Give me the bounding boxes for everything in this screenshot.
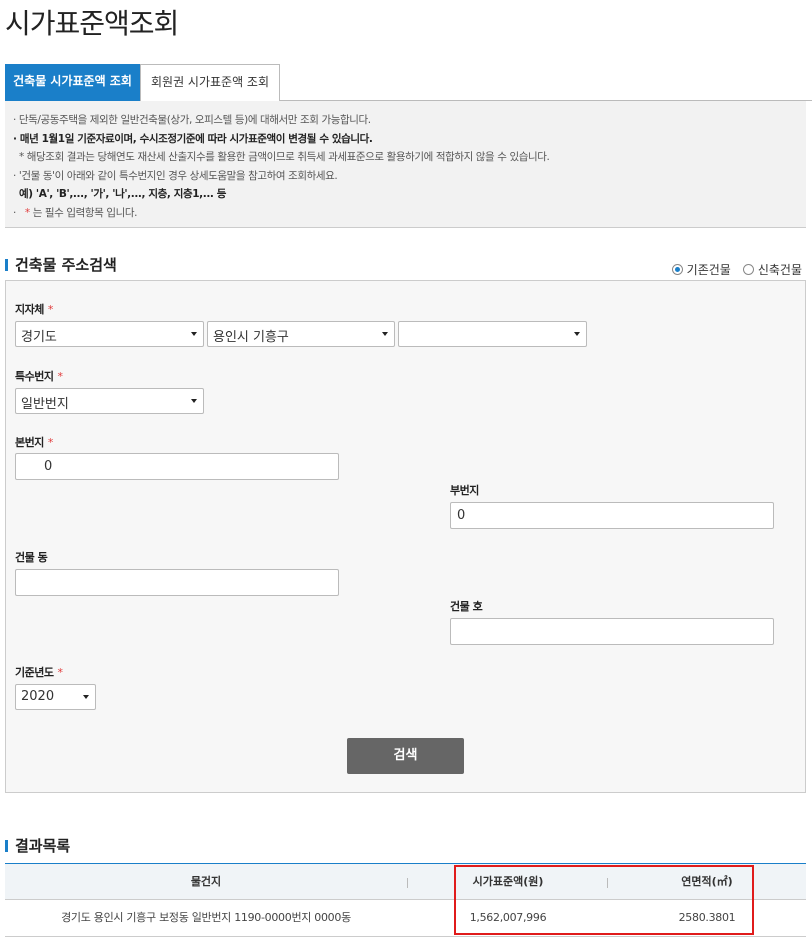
cell-floor-area: 2580.3801 bbox=[678, 911, 736, 924]
select-value: 용인시 기흥구 bbox=[213, 330, 289, 345]
local-gov-label: 지자체 * bbox=[15, 301, 53, 317]
building-dong-input[interactable] bbox=[15, 569, 339, 596]
label-text: 기준년도 bbox=[15, 666, 54, 679]
tab-bar: 건축물 시가표준액 조회 회원권 시가표준액 조회 bbox=[5, 64, 812, 101]
address-search-title: 건축물 주소검색 bbox=[5, 254, 117, 275]
results-title: 결과목록 bbox=[5, 835, 70, 856]
district-select[interactable] bbox=[398, 321, 587, 347]
select-value: 2020 bbox=[21, 689, 55, 704]
column-header-standard-price: 시가표준액(원) bbox=[472, 875, 544, 888]
radio-existing-building[interactable]: 기존건물 bbox=[671, 261, 731, 278]
page-title: 시가표준액조회 bbox=[5, 7, 179, 40]
column-header-address: 물건지 bbox=[190, 875, 222, 888]
chevron-down-icon bbox=[382, 332, 388, 336]
sub-lot-label: 부번지 bbox=[450, 484, 479, 497]
label-text: 특수번지 bbox=[15, 370, 54, 383]
notice-box: · 단독/공동주택을 제외한 일반건축물(상가, 오피스텔 등)에 대해서만 조… bbox=[5, 101, 806, 228]
chevron-down-icon bbox=[574, 332, 580, 336]
required-star-icon: * bbox=[47, 303, 54, 316]
notice-line: · 매년 1월1일 기준자료이며, 수시조정기준에 따라 시가표준액이 변경될 … bbox=[13, 132, 373, 145]
special-lot-label: 특수번지 * bbox=[15, 368, 63, 384]
city-select[interactable]: 용인시 기흥구 bbox=[207, 321, 395, 347]
required-star-icon: * bbox=[57, 370, 63, 383]
building-ho-label: 건물 호 bbox=[450, 600, 483, 613]
notice-line: · 단독/공동주택을 제외한 일반건축물(상가, 오피스텔 등)에 대해서만 조… bbox=[13, 114, 371, 126]
building-type-radio-group: 기존건물 신축건물 bbox=[671, 261, 802, 278]
table-row[interactable]: 경기도 용인시 기흥구 보정동 일반번지 1190-0000번지 0000동 1… bbox=[5, 900, 806, 937]
required-star-icon: * bbox=[24, 206, 30, 219]
column-header-floor-area: 연면적(㎡) bbox=[681, 875, 733, 888]
results-table-header: 물건지 시가표준액(원) 연면적(㎡) bbox=[5, 863, 806, 900]
radio-new-building[interactable]: 신축건물 bbox=[742, 261, 802, 278]
province-select[interactable]: 경기도 bbox=[15, 321, 204, 347]
notice-line: · * 는 필수 입력항목 입니다. bbox=[13, 204, 806, 223]
tab-membership-standard-price[interactable]: 회원권 시가표준액 조회 bbox=[140, 64, 280, 101]
select-value: 경기도 bbox=[21, 330, 57, 345]
radio-unchecked-icon bbox=[742, 264, 754, 275]
tab-building-standard-price[interactable]: 건축물 시가표준액 조회 bbox=[5, 64, 140, 101]
building-dong-label: 건물 동 bbox=[15, 551, 48, 564]
select-value: 일반번지 bbox=[21, 397, 69, 412]
notice-line: 예) 'A', 'B',..., '가', '나',..., 지층, 지층1,.… bbox=[19, 188, 227, 200]
required-star-icon: * bbox=[57, 666, 63, 679]
base-year-label: 기준년도 * bbox=[15, 664, 63, 680]
base-year-select[interactable]: 2020 bbox=[15, 684, 96, 710]
label-text: 지자체 bbox=[15, 303, 44, 316]
sub-lot-input[interactable]: 0 bbox=[450, 502, 774, 529]
main-lot-label: 본번지 * bbox=[15, 434, 53, 450]
cell-address: 경기도 용인시 기흥구 보정동 일반번지 1190-0000번지 0000동 bbox=[61, 911, 351, 924]
radio-label: 기존건물 bbox=[686, 263, 731, 277]
notice-line: · '건물 동'이 아래와 같이 특수번지인 경우 상세도움말을 참고하여 조회… bbox=[13, 169, 338, 182]
notice-required-text: 는 필수 입력항목 입니다. bbox=[32, 206, 138, 219]
cell-standard-price: 1,562,007,996 bbox=[469, 911, 547, 924]
notice-bullet: · bbox=[13, 206, 19, 219]
search-form bbox=[5, 280, 806, 793]
radio-label: 신축건물 bbox=[757, 263, 802, 277]
required-star-icon: * bbox=[47, 436, 54, 449]
chevron-down-icon bbox=[191, 332, 197, 336]
chevron-down-icon bbox=[83, 695, 89, 699]
notice-line: * 해당조회 결과는 당해연도 재산세 산출지수를 활용한 금액이므로 취득세 … bbox=[19, 151, 550, 163]
chevron-down-icon bbox=[191, 399, 197, 403]
radio-checked-icon bbox=[671, 264, 683, 275]
label-text: 본번지 bbox=[15, 436, 44, 449]
special-lot-select[interactable]: 일반번지 bbox=[15, 388, 204, 414]
main-lot-input[interactable]: 0 bbox=[15, 453, 339, 480]
building-ho-input[interactable] bbox=[450, 618, 774, 645]
search-button[interactable]: 검색 bbox=[347, 738, 464, 774]
